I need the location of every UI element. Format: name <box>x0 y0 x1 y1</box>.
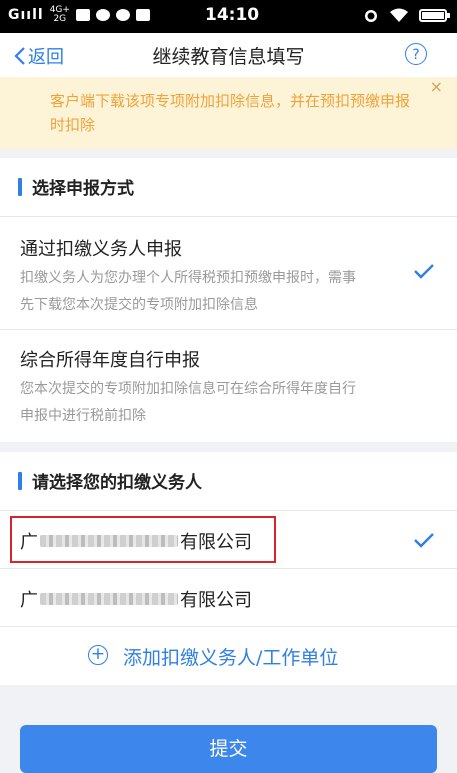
status-left: Gııll 4G+ 2G <box>8 6 150 24</box>
agent-name: 广 有限公司 <box>20 586 252 612</box>
app2-icon <box>115 9 130 21</box>
agent-suffix: 有限公司 <box>180 590 252 611</box>
alarm-icon <box>365 10 377 22</box>
check-icon <box>414 264 434 279</box>
signal-indicator: Gııll <box>8 7 44 23</box>
section-marker <box>18 178 22 196</box>
option-description: 您本次提交的专项附加扣除信息可在综合所得年度自行申报中进行税前扣除 <box>20 381 356 424</box>
video-icon <box>135 9 150 21</box>
notice-banner: 客户端下载该项专项附加扣除信息，并在预扣预缴申报时扣除 × <box>0 77 457 149</box>
plus-icon: + <box>88 645 108 665</box>
option-title: 综合所得年度自行申报 <box>20 350 200 371</box>
option-title: 通过扣缴义务人申报 <box>20 239 182 260</box>
redacted-text <box>40 593 178 605</box>
add-agent-button[interactable]: + 添加扣缴义务人/工作单位 <box>0 627 457 685</box>
section-marker <box>18 472 22 490</box>
option-description: 扣缴义务人为您办理个人所得税预扣预缴申报时，需事先下载您本次提交的专项附加扣除信… <box>20 270 356 313</box>
agent-prefix: 广 <box>20 532 38 553</box>
agent-name: 广 有限公司 <box>20 528 252 554</box>
close-icon[interactable]: × <box>430 75 443 99</box>
section-title: 请选择您的扣缴义务人 <box>32 473 202 493</box>
navigation-bar: 返回 继续教育信息填写 ? <box>0 33 457 77</box>
agent-prefix: 广 <box>20 590 38 611</box>
app-icon <box>95 9 110 21</box>
help-icon[interactable]: ? <box>405 43 427 65</box>
message-icon <box>75 9 90 21</box>
clock: 14:10 <box>205 5 260 25</box>
agent-row-2[interactable]: 广 有限公司 <box>0 569 457 627</box>
section-title: 选择申报方式 <box>32 179 134 199</box>
status-bar: Gııll 4G+ 2G 14:10 <box>0 0 457 33</box>
option-withholding-agent[interactable]: 通过扣缴义务人申报 扣缴义务人为您办理个人所得税预扣预缴申报时，需事先下载您本次… <box>0 217 457 330</box>
redacted-text <box>40 535 178 547</box>
agent-row-1[interactable]: 广 有限公司 <box>0 511 457 569</box>
agent-suffix: 有限公司 <box>180 532 252 553</box>
withholding-agent-section: 请选择您的扣缴义务人 广 有限公司 广 有限公司 + 添加扣缴义务人/工作单位 <box>0 452 457 685</box>
section-header: 选择申报方式 <box>0 158 457 217</box>
page-title: 继续教育信息填写 <box>152 46 305 68</box>
submit-button[interactable]: 提交 <box>20 725 437 773</box>
add-agent-label: 添加扣缴义务人/工作单位 <box>123 647 339 669</box>
notice-text: 客户端下载该项专项附加扣除信息，并在预扣预缴申报时扣除 <box>50 92 411 134</box>
battery-icon <box>419 8 450 22</box>
check-icon <box>414 533 434 548</box>
network-indicator: 4G+ 2G <box>50 6 70 24</box>
section-header: 请选择您的扣缴义务人 <box>0 452 457 511</box>
status-right <box>363 7 450 23</box>
wifi-icon <box>390 8 408 22</box>
network-bottom: 2G <box>53 14 67 24</box>
option-self-report[interactable]: 综合所得年度自行申报 您本次提交的专项附加扣除信息可在综合所得年度自行申报中进行… <box>0 330 457 442</box>
report-method-section: 选择申报方式 通过扣缴义务人申报 扣缴义务人为您办理个人所得税预扣预缴申报时，需… <box>0 158 457 442</box>
